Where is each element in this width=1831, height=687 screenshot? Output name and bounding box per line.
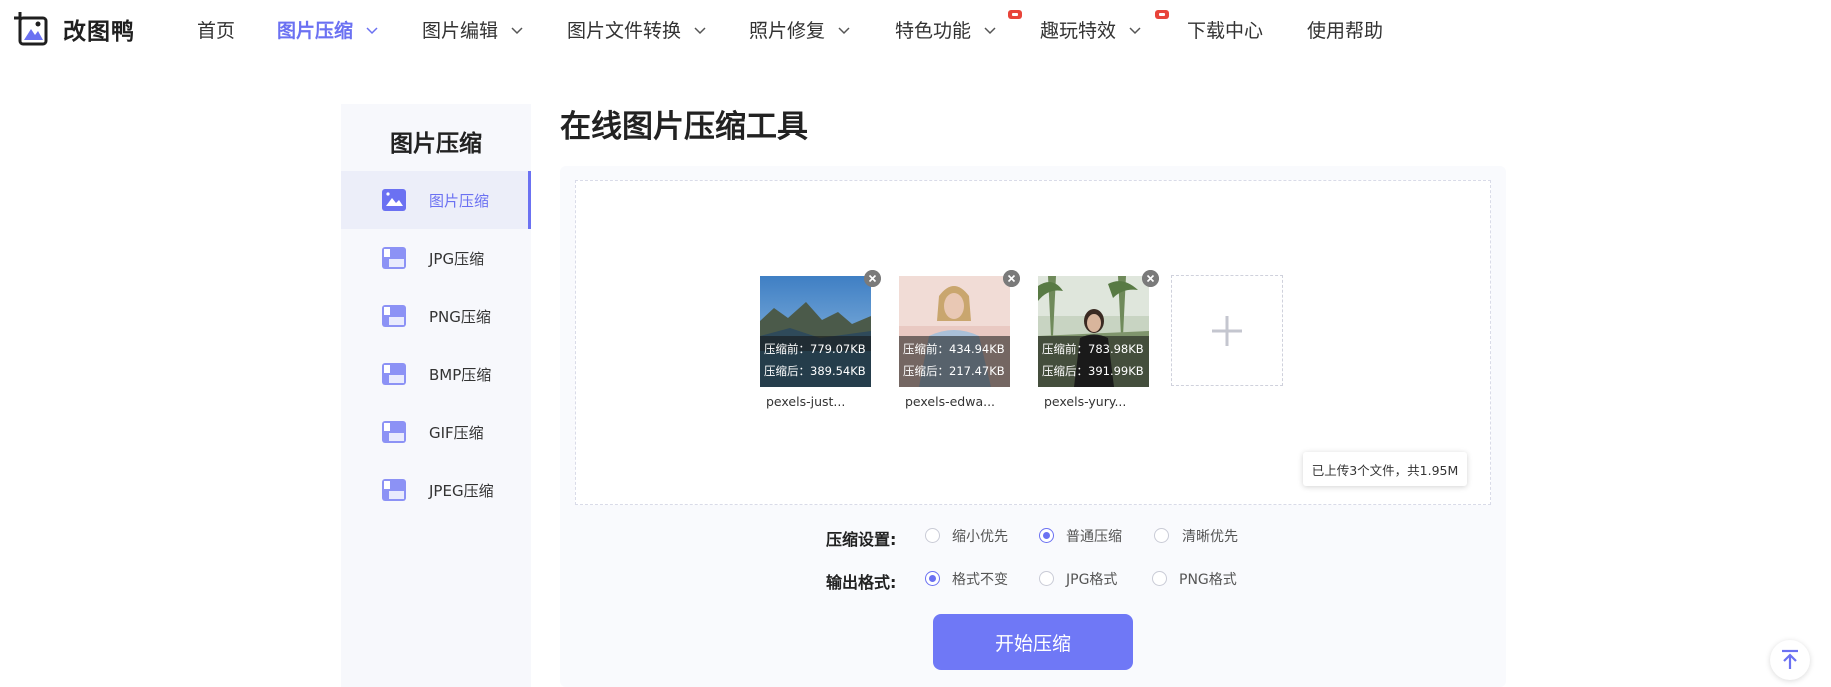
nav-fun-effects[interactable]: 趣玩特效 [1040,16,1142,43]
nav-label: 图片压缩 [277,20,354,42]
radio-keep-format[interactable] [925,571,940,586]
file-card: 压缩前：434.94KB 压缩后：217.47KB [899,270,1020,387]
file-name: pexels-yury... [1044,394,1127,409]
page-title: 在线图片压缩工具 [560,109,808,145]
new-badge-icon [1008,10,1022,19]
jpeg-file-icon [382,479,406,501]
sidebar-item-png[interactable]: PNG压缩 [341,287,531,345]
file-card: 压缩前：779.07KB 压缩后：389.54KB [760,270,881,387]
bmp-file-icon [382,363,406,385]
size-after: 压缩后：217.47KB [903,364,1005,378]
sidebar-item-label: JPG压缩 [429,249,485,268]
size-after: 压缩后：389.54KB [764,364,866,378]
sidebar-item-bmp[interactable]: BMP压缩 [341,345,531,403]
brand-logo[interactable]: 改图鸭 [12,10,135,48]
size-overlay: 压缩前：434.94KB 压缩后：217.47KB [899,336,1010,387]
compress-setting-label: 压缩设置: [826,530,897,549]
file-card: 压缩前：783.98KB 压缩后：391.99KB [1038,270,1159,387]
radio-normal-compress[interactable] [1039,528,1054,543]
sidebar-item-label: PNG压缩 [429,307,491,326]
nav-label: 下载中心 [1187,20,1264,42]
file-name: pexels-just... [766,394,846,409]
nav-image-compress[interactable]: 图片压缩 [277,16,379,43]
nav-label: 特色功能 [895,20,972,42]
sidebar-title: 图片压缩 [390,131,482,157]
sidebar-item-label: 图片压缩 [429,191,490,210]
nav-home[interactable]: 首页 [197,16,235,43]
close-icon[interactable] [1003,270,1020,287]
sidebar-item-image-compress[interactable]: 图片压缩 [341,171,531,229]
back-to-top-button[interactable] [1770,640,1810,680]
radio-label: 格式不变 [952,572,1008,588]
size-overlay: 压缩前：779.07KB 压缩后：389.54KB [760,336,871,387]
nav-label: 使用帮助 [1307,20,1384,42]
size-overlay: 压缩前：783.98KB 压缩后：391.99KB [1038,336,1149,387]
radio-label: 清晰优先 [1182,529,1238,545]
nav-image-edit[interactable]: 图片编辑 [422,16,524,43]
nav-label: 趣玩特效 [1040,20,1117,42]
nav-label: 图片编辑 [422,20,499,42]
new-badge-icon [1155,10,1169,19]
close-icon[interactable] [1142,270,1159,287]
nav-label: 图片文件转换 [567,20,682,42]
sidebar-item-label: GIF压缩 [429,423,484,442]
nav-download-center[interactable]: 下载中心 [1187,16,1263,43]
size-before: 压缩前：783.98KB [1042,342,1144,356]
file-name: pexels-edwa... [905,394,996,409]
add-file-button[interactable] [1171,275,1283,386]
nav-label: 照片修复 [749,20,826,42]
arrow-up-icon [1782,649,1798,669]
sidebar-item-label: JPEG压缩 [429,481,494,500]
radio-smaller-first[interactable] [925,528,940,543]
image-compress-icon [382,189,406,211]
sidebar-item-jpg[interactable]: JPG压缩 [341,229,531,287]
sidebar-item-jpeg[interactable]: JPEG压缩 [341,461,531,519]
nav-label: 首页 [197,20,236,42]
sidebar-item-label: BMP压缩 [429,365,492,384]
radio-label: PNG格式 [1179,572,1237,588]
nav-photo-restore[interactable]: 照片修复 [749,16,851,43]
chevron-down-icon [694,26,706,34]
radio-png-format[interactable] [1152,571,1167,586]
radio-clarity-first[interactable] [1154,528,1169,543]
chevron-down-icon [1129,26,1141,34]
chevron-down-icon [511,26,523,34]
radio-jpg-format[interactable] [1039,571,1054,586]
start-compress-button[interactable]: 开始压缩 [933,614,1133,670]
jpg-file-icon [382,247,406,269]
size-before: 压缩前：779.07KB [764,342,866,356]
plus-icon [1212,316,1242,346]
upload-status-tooltip: 已上传3个文件，共1.95M [1303,452,1467,486]
gif-file-icon [382,421,406,443]
radio-label: JPG格式 [1066,572,1118,588]
nav-file-convert[interactable]: 图片文件转换 [567,16,707,43]
chevron-down-icon [366,26,378,34]
radio-label: 缩小优先 [952,529,1008,545]
brand-name: 改图鸭 [63,19,135,45]
size-before: 压缩前：434.94KB [903,342,1005,356]
output-format-label: 输出格式: [826,573,897,592]
close-icon[interactable] [864,270,881,287]
nav-special-features[interactable]: 特色功能 [895,16,997,43]
top-navigation: 改图鸭 首页 图片压缩 图片编辑 图片文件转换 照片修复 特色功能 趣玩特效 下… [0,0,1831,58]
chevron-down-icon [838,26,850,34]
logo-icon [14,12,48,46]
sidebar: 图片压缩 图片压缩 JPG压缩 PNG压缩 BMP压缩 GIF压缩 JPEG压缩 [341,104,531,687]
chevron-down-icon [984,26,996,34]
nav-help[interactable]: 使用帮助 [1307,16,1383,43]
sidebar-item-gif[interactable]: GIF压缩 [341,403,531,461]
png-file-icon [382,305,406,327]
size-after: 压缩后：391.99KB [1042,364,1144,378]
radio-label: 普通压缩 [1066,529,1122,545]
